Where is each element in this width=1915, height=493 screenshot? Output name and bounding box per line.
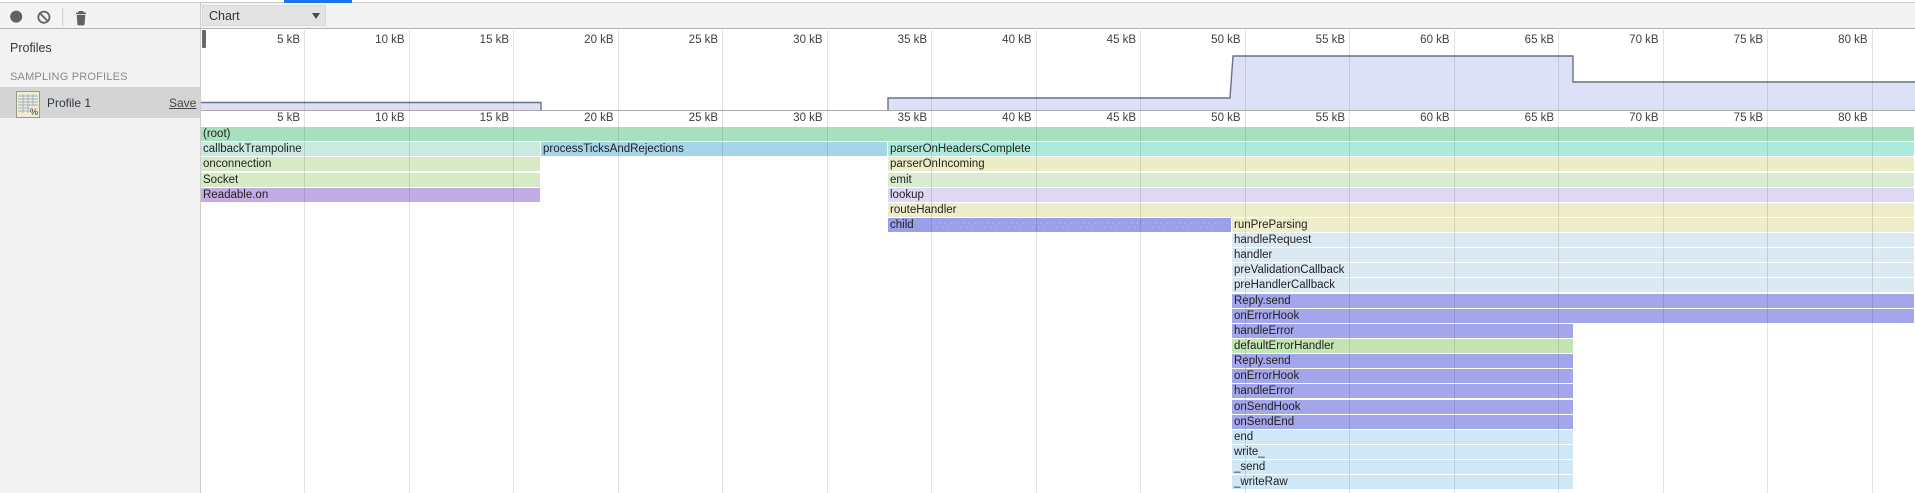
svg-text:%: % xyxy=(30,107,38,117)
